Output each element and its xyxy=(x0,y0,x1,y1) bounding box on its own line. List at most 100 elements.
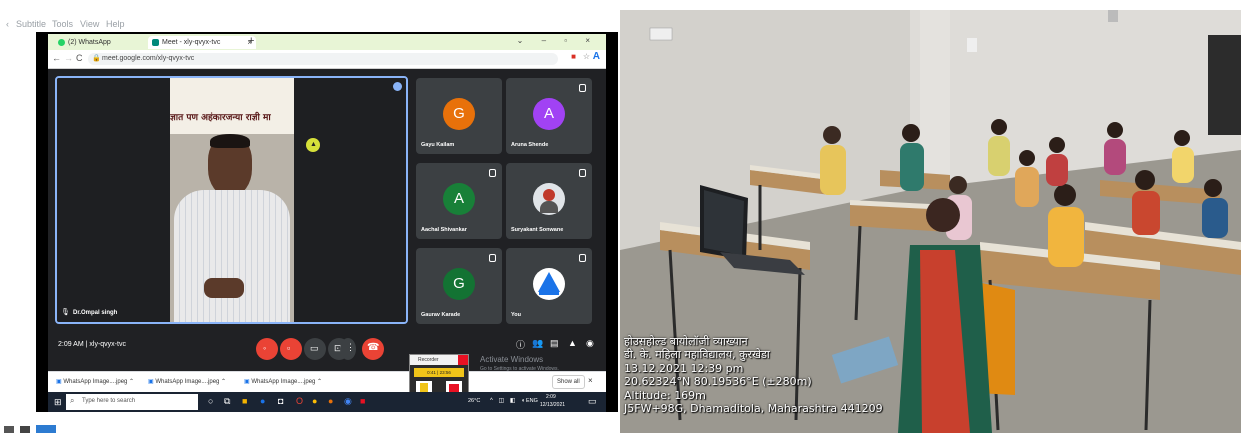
taskbar-date[interactable]: 12/13/2021 xyxy=(540,402,565,408)
app-icon[interactable] xyxy=(4,426,14,433)
cursor-icon: ▲ xyxy=(310,141,317,148)
search-icon: ⌕ xyxy=(70,396,75,405)
search-placeholder: Type here to search xyxy=(82,398,136,404)
hangup-icon: ☎ xyxy=(367,342,380,353)
menu-help[interactable]: Help xyxy=(106,19,125,29)
activate-windows-title: Activate Windows xyxy=(480,355,544,364)
notification-icon[interactable]: ▭ xyxy=(588,396,597,407)
cursor-highlight: ▲ xyxy=(306,138,320,152)
classroom-photo: होउसहोल्ड बायोलॉजी व्याख्यान डी. के. महि… xyxy=(620,0,1241,433)
participant-tile[interactable]: Suryakant Sonwane xyxy=(506,163,592,239)
download-bar: ▣ WhatsApp Image....jpeg ⌃ ▣ WhatsApp Im… xyxy=(48,371,606,393)
cortana-icon[interactable]: ○ xyxy=(208,396,213,406)
mic-off-icon xyxy=(489,169,496,177)
captions-button[interactable]: ▭ xyxy=(304,338,326,360)
taskbar-search[interactable]: ⌕ Type here to search xyxy=(66,394,198,410)
presenter-scene: ज्ञात पण अहंकारजन्या राज्ञी मा xyxy=(170,78,294,322)
participant-tile-self[interactable]: You xyxy=(506,248,592,324)
mic-off-icon xyxy=(489,254,496,262)
taskbar-time[interactable]: 2:09 xyxy=(546,394,556,400)
overlay-line-coordinates: 20.62324°N 80.19536°E (±280m) xyxy=(624,375,812,389)
store-icon[interactable]: ◘ xyxy=(278,396,283,406)
menu-tools[interactable]: Tools xyxy=(52,19,73,29)
presenter-shirt xyxy=(174,190,290,322)
windows-taskbar: ⊞ ⌕ Type here to search ○ ⧉ ■ ● ◘ O ● ● … xyxy=(48,392,606,412)
opera-icon[interactable]: O xyxy=(296,396,303,406)
language-indicator[interactable]: ENG xyxy=(526,398,538,404)
close-icon[interactable] xyxy=(458,355,468,365)
tab-whatsapp[interactable]: (2) WhatsApp × xyxy=(54,36,160,49)
file-explorer-icon[interactable]: ■ xyxy=(242,396,247,406)
app-icon[interactable] xyxy=(20,426,30,433)
show-all-button[interactable]: Show all xyxy=(552,375,585,389)
participant-tile[interactable]: G Gaurav Karade xyxy=(416,248,502,324)
forward-icon[interactable]: → xyxy=(64,53,73,63)
menu-subtitle[interactable]: Subtitle xyxy=(16,19,46,29)
download-item[interactable]: ▣ WhatsApp Image....jpeg ⌃ xyxy=(148,378,226,385)
browser-tab-strip: (2) WhatsApp × Meet - xly-qvyx-tvc × + ⌄… xyxy=(48,34,606,50)
lock-icon: 🔒 xyxy=(92,55,101,62)
mic-toggle-button[interactable]: ◦ xyxy=(256,338,278,360)
tray-icons[interactable]: ^ ◫ ◧ ◖ xyxy=(490,397,527,404)
profile-icon[interactable]: A xyxy=(593,51,600,62)
participant-name: Suryakant Sonwane xyxy=(511,227,564,233)
app-icon[interactable] xyxy=(36,425,56,433)
video-letterbox-right xyxy=(294,78,406,322)
menu-view[interactable]: View xyxy=(80,19,99,29)
people-icon[interactable]: 👥 xyxy=(532,338,543,349)
meeting-info: 2:09 AM | xly-qvyx-tvc xyxy=(58,341,126,348)
meet-icon xyxy=(152,39,159,46)
star-icon[interactable]: ☆ xyxy=(583,52,590,61)
reload-icon[interactable]: C xyxy=(76,53,83,63)
weather-text: 26°C xyxy=(468,398,481,404)
task-view-icon[interactable]: ⧉ xyxy=(224,396,230,407)
app-menubar: ‹ Subtitle Tools View Help xyxy=(0,18,620,32)
camera-icon[interactable]: ■ xyxy=(571,52,576,61)
lock-icon[interactable]: ◉ xyxy=(586,338,594,349)
window-controls[interactable]: ⌄ – ▫ × xyxy=(517,36,598,45)
presenter-video[interactable]: ज्ञात पण अहंकारजन्या राज्ञी मा 🎙 Dr.Ompa… xyxy=(55,76,408,324)
overlay-line-address: J5FW+98G, Dhamaditola, Maharashtra 44120… xyxy=(624,402,883,416)
avatar: A xyxy=(443,183,475,215)
mic-off-icon: ◦ xyxy=(263,343,267,353)
camera-toggle-button[interactable]: ▫ xyxy=(280,338,302,360)
recorder-taskbar-icon[interactable]: ■ xyxy=(360,396,365,406)
participant-tile[interactable]: A Aruna Shende xyxy=(506,78,592,154)
leave-call-button[interactable]: ☎ xyxy=(362,338,384,360)
new-tab-button[interactable]: + xyxy=(248,35,254,47)
close-icon[interactable]: × xyxy=(588,376,593,385)
presenter-name: Dr.Ompal singh xyxy=(73,310,118,316)
more-options-icon[interactable] xyxy=(393,82,402,91)
participant-tile[interactable]: A Aachal Shivankar xyxy=(416,163,502,239)
download-item[interactable]: ▣ WhatsApp Image....jpeg ⌃ xyxy=(56,378,134,385)
address-bar[interactable]: 🔒 meet.google.com/xly-qvyx-tvc xyxy=(88,53,558,65)
edge-icon[interactable]: ● xyxy=(260,396,265,406)
windows-start-icon[interactable]: ⊞ xyxy=(54,397,62,408)
mic-off-icon xyxy=(579,84,586,92)
participant-name: Aachal Shivankar xyxy=(421,227,467,233)
overlay-line-college: डी. के. महिला महाविद्यालय, कुरखेडा xyxy=(624,348,770,362)
participant-name: Gaurav Karade xyxy=(421,312,461,318)
tab-label: Meet - xly-qvyx-tvc xyxy=(162,39,221,46)
app-icon[interactable]: ● xyxy=(328,396,333,406)
info-icon[interactable]: ⓘ xyxy=(516,338,525,351)
more-button[interactable]: ⋮ xyxy=(340,338,356,360)
mic-off-icon xyxy=(579,254,586,262)
photo-geotag-overlay: होउसहोल्ड बायोलॉजी व्याख्यान डी. के. महि… xyxy=(624,335,883,415)
chat-icon[interactable]: ▤ xyxy=(550,338,559,349)
avatar: G xyxy=(443,98,475,130)
download-item[interactable]: ▣ WhatsApp Image....jpeg ⌃ xyxy=(244,378,322,385)
mic-icon: 🎙 xyxy=(61,309,70,316)
video-letterbox-left xyxy=(57,78,170,322)
tab-meet[interactable]: Meet - xly-qvyx-tvc × xyxy=(148,36,256,49)
chrome-icon[interactable]: ● xyxy=(312,396,317,406)
avatar: G xyxy=(443,268,475,300)
chrome-active-icon[interactable]: ◉ xyxy=(344,396,352,407)
participant-tile[interactable]: G Gayu Kailam xyxy=(416,78,502,154)
mic-off-icon xyxy=(579,169,586,177)
more-vert-icon: ⋮ xyxy=(346,342,355,352)
self-avatar xyxy=(533,268,565,300)
participant-name: Aruna Shende xyxy=(511,142,549,148)
back-icon[interactable]: ← xyxy=(52,53,61,63)
activities-icon[interactable]: ▲ xyxy=(568,338,577,348)
